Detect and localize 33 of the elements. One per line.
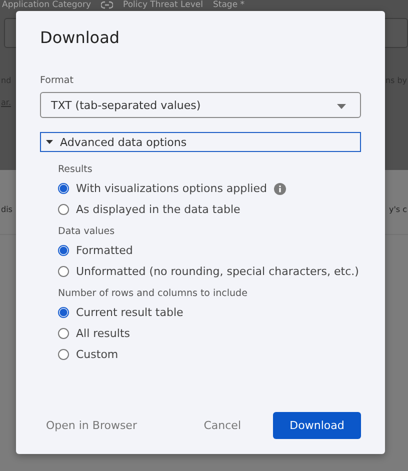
info-icon[interactable] — [274, 182, 286, 194]
text-button[interactable]: Open in Browser — [40, 414, 143, 436]
group-label: Data values — [58, 226, 116, 237]
dialog-title: Download — [40, 28, 120, 48]
radio-button[interactable] — [58, 307, 69, 318]
option-label[interactable]: Formatted — [76, 244, 133, 257]
text-button[interactable]: Cancel — [198, 414, 247, 436]
field-label: Format — [40, 75, 74, 86]
body-text: y's c — [388, 205, 407, 214]
body-text: dis — [1, 205, 12, 214]
radio-button[interactable] — [58, 204, 69, 215]
group-label: Results — [58, 164, 94, 175]
link-icon — [101, 1, 114, 9]
group-label: Number of rows and columns to include — [58, 288, 248, 299]
option-label[interactable]: Custom — [76, 348, 118, 361]
caret-icon — [46, 140, 53, 144]
column-label: Policy Threat Level — [123, 0, 203, 10]
radio-button[interactable] — [58, 183, 69, 194]
download-button[interactable]: Download — [273, 412, 361, 438]
column-label: Stage * — [212, 0, 244, 10]
format-select[interactable]: TXT (tab-separated values) — [40, 92, 361, 118]
option-label[interactable]: Current result table — [76, 306, 184, 319]
radio-button[interactable] — [58, 266, 69, 277]
option-label[interactable]: As displayed in the data table — [76, 203, 240, 216]
option-label[interactable]: With visualizations options applied — [76, 182, 267, 195]
option-label[interactable]: Unformatted (no rounding, special characters, etc.) — [76, 265, 359, 278]
radio-button[interactable] — [58, 245, 69, 256]
radio-button[interactable] — [58, 349, 69, 360]
column-label: Application Category — [2, 0, 92, 10]
option-label[interactable]: All results — [76, 327, 130, 340]
radio-button[interactable] — [58, 328, 69, 339]
advanced-options-toggle[interactable]: Advanced data options — [40, 132, 361, 152]
caret-icon — [337, 104, 346, 109]
